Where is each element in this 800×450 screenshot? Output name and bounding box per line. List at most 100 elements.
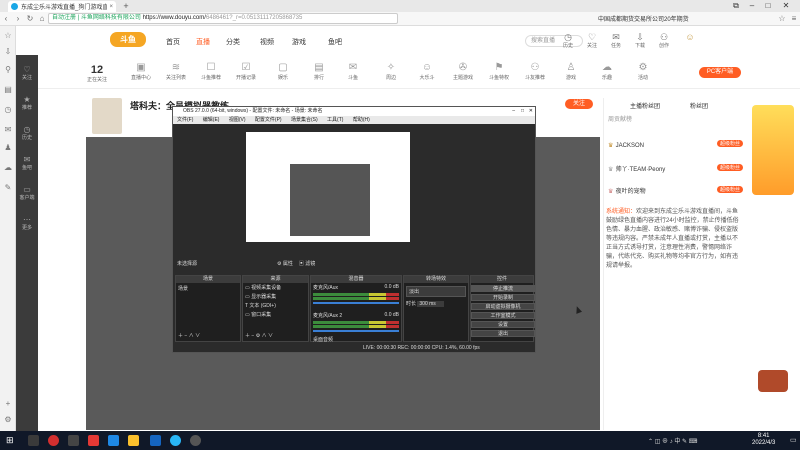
douyu-logo[interactable]: 斗鱼 — [110, 32, 146, 47]
minimize-button[interactable]: – — [744, 0, 760, 12]
url-input[interactable]: 自动注册 | 斗鱼网络科技有限公司 https://www.douyu.com/… — [48, 13, 398, 24]
nav-game[interactable]: 游戏 — [292, 37, 306, 47]
menu-help[interactable]: 帮助(H) — [353, 117, 370, 123]
cloud-icon[interactable]: ☁ — [3, 164, 13, 172]
category-item[interactable]: ☑ 开播记录 — [233, 62, 259, 81]
menu-scene-collection[interactable]: 场景集合(S) — [291, 117, 318, 123]
chat-row[interactable]: ♛ 夜叶的宠物 超级粉丝 — [608, 186, 743, 195]
scene-item[interactable]: 场景 — [176, 283, 240, 294]
notification-icon[interactable]: ▭ — [790, 436, 797, 444]
task-icon[interactable]: ✉ 任务 — [606, 32, 626, 49]
sidebar-item-history[interactable]: ◷ 历史 — [16, 125, 38, 141]
source-controls[interactable]: ＋ − ⚙ ∧ ∨ — [245, 332, 273, 339]
star-icon[interactable]: ☆ — [3, 32, 13, 40]
obs-preview[interactable] — [174, 124, 535, 266]
menu-edit[interactable]: 编辑(E) — [203, 117, 220, 123]
exit-button[interactable]: 退出 — [471, 330, 535, 337]
sidebar-item-recommend[interactable]: ★ 推荐 — [16, 95, 38, 111]
promo-banner[interactable] — [752, 105, 794, 195]
category-item[interactable]: ▢ 娱乐 — [270, 62, 296, 81]
volume-slider[interactable] — [313, 330, 399, 332]
clock[interactable]: 8:41 2022/4/3 — [752, 433, 775, 447]
source-item[interactable]: ▭ 显示器采集 — [243, 292, 308, 301]
forward-icon[interactable]: › — [12, 13, 24, 25]
category-item[interactable]: ⚑ 斗鱼特权 — [486, 62, 512, 81]
category-item[interactable]: ♙ 游戏 — [558, 62, 584, 81]
user-avatar[interactable]: ☺ — [680, 32, 700, 42]
create-icon[interactable]: ⚇ 创作 — [654, 32, 674, 49]
category-item[interactable]: ☺ 大乐斗 — [414, 62, 440, 81]
streamer-avatar[interactable] — [92, 98, 122, 134]
chat-tab[interactable]: 粉丝团 — [690, 101, 708, 110]
category-item[interactable]: ☐ 斗鱼推荐 — [198, 62, 224, 81]
menu-tools[interactable]: 工具(T) — [327, 117, 343, 123]
chat-row[interactable]: ♛ JACKSON 超级粉丝 — [608, 140, 743, 149]
scene-controls[interactable]: ＋ − ∧ ∨ — [178, 332, 200, 339]
nav-category[interactable]: 分类 — [226, 37, 240, 47]
start-icon[interactable]: ⊞ — [6, 435, 17, 446]
sidebar-item-more[interactable]: ⋯ 更多 — [16, 215, 38, 231]
filter-button[interactable]: ▣ 滤镜 — [299, 260, 315, 267]
follow-counter[interactable]: 12 正在关注 — [87, 64, 107, 83]
stop-streaming-button[interactable]: 停止推流 — [471, 285, 535, 292]
restore-icon[interactable]: ⧉ — [728, 0, 744, 12]
pc-client-button[interactable]: PC客户端 — [699, 67, 741, 78]
taskbar-app-icon[interactable] — [48, 435, 59, 446]
virtual-camera-button[interactable]: 启动虚拟摄像机 — [471, 303, 535, 310]
obs-window[interactable]: OBS 27.0.0 (64-bit, windows) - 配置文件: 未命名… — [172, 106, 536, 353]
tool-icon[interactable]: ✎ — [3, 184, 13, 192]
browser-tab[interactable]: 东成尘乐斗游戏直播_狗门游戏直播_斗鱼 × — [8, 1, 116, 12]
history-icon[interactable]: ◷ 历史 — [558, 32, 578, 49]
notes-icon[interactable]: ▤ — [3, 86, 13, 94]
home-icon[interactable]: ⌂ — [36, 13, 48, 25]
volume-slider[interactable] — [313, 302, 399, 304]
news-ticker[interactable]: 中国成都期货交易所公司20年期货 — [598, 14, 689, 23]
download-icon[interactable]: ⇩ — [3, 48, 13, 56]
new-tab-button[interactable]: + — [121, 1, 131, 11]
chat-row[interactable]: ♛ 帅丫·TEAM·Peony 超级粉丝 — [608, 164, 743, 173]
taskbar-app-icon[interactable] — [88, 435, 99, 446]
menu-file[interactable]: 文件(F) — [177, 117, 193, 123]
settings-icon[interactable]: ⚙ — [3, 416, 13, 424]
category-item[interactable]: ✉ 斗鱼 — [340, 62, 366, 81]
studio-mode-button[interactable]: 工作室模式 — [471, 312, 535, 319]
obs-taskbar-icon[interactable] — [190, 435, 201, 446]
tray-icons[interactable]: ⌃ ◫ ⊕ ♪ 中 ✎ ⌨ — [648, 436, 697, 445]
taskbar-app-icon[interactable] — [28, 435, 39, 446]
category-item[interactable]: ✇ 主题游戏 — [450, 62, 476, 81]
nav-video[interactable]: 视频 — [260, 37, 274, 47]
nav-home[interactable]: 首页 — [166, 37, 180, 47]
duration-input[interactable]: 300 ms — [417, 301, 444, 307]
category-item[interactable]: ≋ 关注列表 — [163, 62, 189, 81]
nav-live[interactable]: 直播 — [196, 37, 210, 47]
refresh-icon[interactable]: ↻ — [24, 13, 36, 25]
maximize-button[interactable]: □ — [760, 0, 776, 12]
category-item[interactable]: ▣ 直播中心 — [128, 62, 154, 81]
sidebar-item-client[interactable]: ▭ 客户端 — [16, 185, 38, 201]
add-icon[interactable]: + — [3, 400, 13, 408]
source-item[interactable]: T 文本 (GDI+) — [243, 301, 308, 310]
close-tab-icon[interactable]: × — [109, 4, 113, 10]
category-item[interactable]: ⚇ 斗友推荐 — [522, 62, 548, 81]
source-item[interactable]: ▭ 视频采集设备 — [243, 283, 308, 292]
sidebar-item-follow[interactable]: ♡ 关注 — [16, 65, 38, 81]
follow-icon[interactable]: ♡ 关注 — [582, 32, 602, 49]
maximize-button[interactable]: □ — [521, 107, 524, 116]
taskbar-app-icon[interactable] — [68, 435, 79, 446]
minimize-button[interactable]: – — [512, 107, 515, 116]
sidebar-item-yuba[interactable]: ✉ 鱼吧 — [16, 155, 38, 171]
close-window-button[interactable]: ✕ — [778, 0, 794, 12]
game-icon[interactable]: ♟ — [3, 144, 13, 152]
menu-view[interactable]: 视图(V) — [229, 117, 246, 123]
history-icon[interactable]: ◷ — [3, 106, 13, 114]
menu-profile[interactable]: 配置文件(P) — [255, 117, 282, 123]
close-button[interactable]: ✕ — [529, 107, 533, 116]
start-recording-button[interactable]: 开始录制 — [471, 294, 535, 301]
menu-icon[interactable]: ≡ — [788, 13, 800, 25]
settings-button[interactable]: 设置 — [471, 321, 535, 328]
category-item[interactable]: ⚙ 活动 — [630, 62, 656, 81]
taskbar-app-icon[interactable] — [150, 435, 161, 446]
back-icon[interactable]: ‹ — [0, 13, 12, 25]
download-icon[interactable]: ⇩ 下载 — [630, 32, 650, 49]
follow-button[interactable]: 关注 — [565, 99, 593, 109]
